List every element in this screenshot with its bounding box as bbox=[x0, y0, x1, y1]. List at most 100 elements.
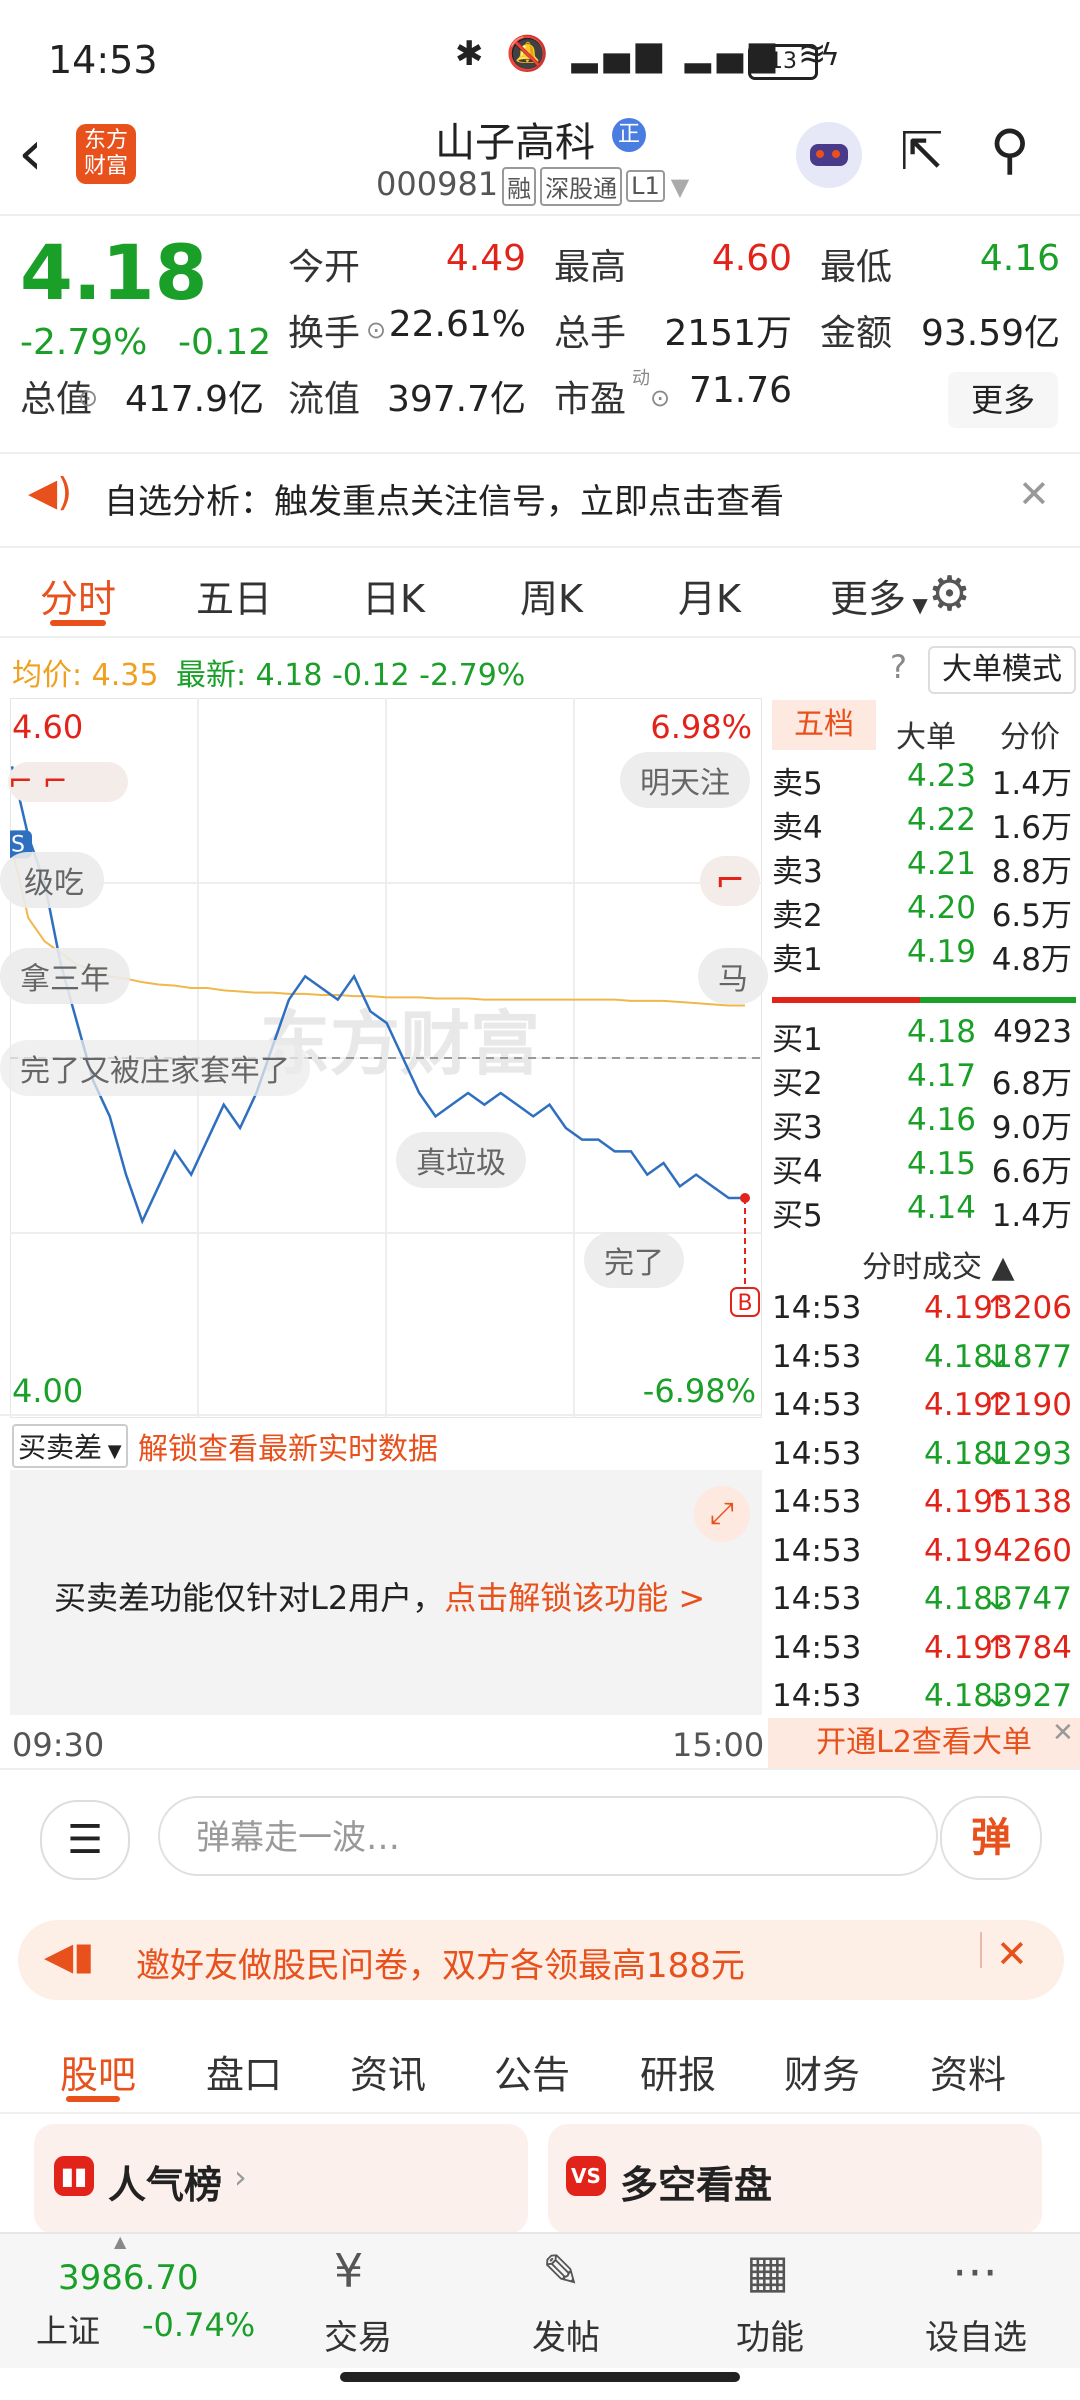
close-icon[interactable]: ✕ bbox=[996, 1932, 1028, 1976]
trade-volume: 5138 bbox=[993, 1484, 1072, 1520]
bid-row[interactable]: 买4 4.15 6.6万 bbox=[772, 1146, 1076, 1190]
l2-unlock-link[interactable]: 点击解锁该功能 > bbox=[444, 1579, 705, 1617]
trade-price: 4.18 bbox=[924, 1338, 994, 1375]
bid-price: 4.18 bbox=[906, 1014, 976, 1050]
trade-row: 14:53 4.19 ↑ 3784 bbox=[772, 1630, 1076, 1678]
tab-label: 周K bbox=[520, 577, 583, 621]
more-icon[interactable]: ⋯ bbox=[952, 2244, 998, 2298]
status-badge: 正 bbox=[612, 118, 646, 152]
ask-row[interactable]: 卖3 4.21 8.8万 bbox=[772, 846, 1076, 890]
index-value[interactable]: 3986.70 bbox=[58, 2258, 199, 2298]
tab-0[interactable]: 分时 bbox=[40, 568, 116, 623]
caret-up-icon[interactable]: ▲ bbox=[992, 1250, 1015, 1285]
quote-value: 93.59亿 bbox=[920, 313, 1060, 354]
open-l2-button[interactable]: 开通L2查看大单 bbox=[768, 1718, 1080, 1768]
l2-notice[interactable]: 买卖差功能仅针对L2用户，点击解锁该功能 > bbox=[54, 1573, 705, 1619]
big-order-mode-button[interactable]: 大单模式 bbox=[928, 646, 1076, 694]
settings-comment-icon[interactable]: ☰ bbox=[40, 1800, 130, 1880]
invite-text[interactable]: 邀好友做股民问卷，双方各领最高188元 bbox=[136, 1938, 745, 1987]
info-tab-4[interactable]: 研报 bbox=[640, 2044, 716, 2099]
danmaku-bubble[interactable]: 级吃 bbox=[0, 852, 104, 908]
danmaku-toggle-button[interactable]: 弹 bbox=[940, 1796, 1042, 1880]
danmaku-bubble[interactable]: 马 bbox=[698, 948, 768, 1004]
current-price: 4.18 bbox=[20, 228, 208, 317]
bid-row[interactable]: 买5 4.14 1.4万 bbox=[772, 1190, 1076, 1234]
tab-underline bbox=[50, 620, 106, 626]
danmaku-bubble[interactable]: 完了又被庄家套牢了 bbox=[0, 1040, 310, 1096]
tab-big-order[interactable]: 大单 bbox=[896, 712, 956, 756]
grid-icon[interactable]: ▦ bbox=[746, 2244, 789, 2298]
danmaku-bubble[interactable]: 拿三年 bbox=[0, 948, 130, 1004]
post-icon[interactable]: ✎ bbox=[542, 2244, 581, 2298]
nav-label[interactable]: 设自选 bbox=[916, 2310, 1036, 2359]
info-tab-0[interactable]: 股吧 bbox=[60, 2044, 136, 2099]
logo-line2: 财富 bbox=[83, 154, 128, 179]
home-indicator[interactable] bbox=[340, 2372, 740, 2382]
divider bbox=[0, 636, 1080, 638]
info-icon[interactable]: ⊙ bbox=[650, 384, 670, 412]
quote-value: 4.49 bbox=[445, 238, 526, 279]
info-tab-2[interactable]: 资讯 bbox=[350, 2044, 426, 2099]
battery-icon: 13 bbox=[748, 44, 818, 80]
y-bottom-label: 4.00 bbox=[12, 1372, 83, 1410]
bid-label: 买1 bbox=[772, 1022, 823, 1058]
buy-sell-diff-select[interactable]: 买卖差 ▼ bbox=[12, 1424, 128, 1468]
danmaku-bubble[interactable]: 明天注 bbox=[620, 752, 750, 808]
danmaku-bubble[interactable]: 完了 bbox=[584, 1232, 684, 1288]
tab-4[interactable]: 月K bbox=[678, 568, 741, 623]
nav-label[interactable]: 交易 bbox=[298, 2310, 418, 2359]
danmaku-input[interactable]: 弹幕走一波… bbox=[158, 1796, 938, 1876]
info-tab-5[interactable]: 财务 bbox=[784, 2044, 860, 2099]
chevron-down-icon[interactable]: ▼ bbox=[671, 173, 689, 201]
ask-row[interactable]: 卖1 4.19 4.8万 bbox=[772, 934, 1076, 978]
trade-icon[interactable]: ¥ bbox=[334, 2244, 363, 2298]
info-icon[interactable]: ⊙ bbox=[366, 316, 386, 344]
tab-2[interactable]: 日K bbox=[362, 568, 425, 623]
nav-label[interactable]: 发帖 bbox=[506, 2310, 626, 2359]
robot-avatar[interactable] bbox=[796, 122, 862, 188]
tag-connect: 深股通 bbox=[540, 166, 623, 206]
search-icon[interactable]: ⚲ bbox=[990, 118, 1030, 181]
bid-row[interactable]: 买1 4.18 4923 bbox=[772, 1014, 1076, 1058]
latest-label: 最新: bbox=[176, 658, 247, 693]
tab-5[interactable]: 更多 ▼ bbox=[830, 568, 928, 623]
close-icon[interactable]: ✕ bbox=[1018, 472, 1050, 516]
more-button[interactable]: 更多 bbox=[948, 372, 1058, 428]
bid-row[interactable]: 买3 4.16 9.0万 bbox=[772, 1102, 1076, 1146]
unlock-data-link[interactable]: 解锁查看最新实时数据 bbox=[138, 1424, 438, 1468]
bid-volume: 1.4万 bbox=[991, 1198, 1072, 1234]
nav-label[interactable]: 功能 bbox=[710, 2310, 830, 2359]
tab-label: 更多 bbox=[830, 577, 907, 621]
info-icon[interactable]: ⊙ bbox=[78, 384, 98, 412]
tab-1[interactable]: 五日 bbox=[196, 568, 272, 623]
ask-volume: 4.8万 bbox=[991, 942, 1072, 978]
buy-marker-label: B bbox=[737, 1291, 752, 1316]
expand-icon[interactable]: ⤢ bbox=[694, 1486, 750, 1542]
help-icon[interactable]: ? bbox=[890, 648, 907, 686]
bid-row[interactable]: 买2 4.17 6.8万 bbox=[772, 1058, 1076, 1102]
trade-price: 4.19 bbox=[924, 1484, 994, 1520]
tab-five-levels[interactable]: 五档 bbox=[772, 700, 876, 750]
ask-row[interactable]: 卖5 4.23 1.4万 bbox=[772, 758, 1076, 802]
ask-row[interactable]: 卖2 4.20 6.5万 bbox=[772, 890, 1076, 934]
ask-label: 卖2 bbox=[772, 898, 823, 934]
close-icon[interactable]: ✕ bbox=[1052, 1718, 1074, 1748]
quote-value: 4.60 bbox=[711, 238, 792, 279]
trade-volume: 2190 bbox=[993, 1387, 1072, 1423]
stock-code-line[interactable]: 000981 融深股通 L1 ▼ bbox=[376, 165, 689, 206]
banner-text[interactable]: 自选分析：触发重点关注信号，立即点击查看 bbox=[104, 474, 784, 523]
share-icon[interactable]: ⇱ bbox=[900, 122, 944, 182]
trade-row: 14:53 4.19 ↑ 3206 bbox=[772, 1290, 1076, 1338]
info-tab-3[interactable]: 公告 bbox=[494, 2044, 570, 2099]
danmaku-bubble[interactable]: 真垃圾 bbox=[396, 1132, 526, 1188]
tab-price-dist[interactable]: 分价 bbox=[1000, 712, 1060, 756]
tab-3[interactable]: 周K bbox=[520, 568, 583, 623]
gear-icon[interactable]: ⚙ bbox=[928, 566, 971, 622]
avg-value: 4.35 bbox=[91, 658, 159, 693]
bid-volume: 9.0万 bbox=[991, 1110, 1072, 1146]
info-tab-1[interactable]: 盘口 bbox=[206, 2044, 282, 2099]
pe-dynamic-sup: 动 bbox=[632, 368, 650, 389]
ask-row[interactable]: 卖4 4.22 1.6万 bbox=[772, 802, 1076, 846]
back-icon[interactable]: ‹ bbox=[18, 122, 43, 184]
info-tab-6[interactable]: 资料 bbox=[930, 2044, 1006, 2099]
